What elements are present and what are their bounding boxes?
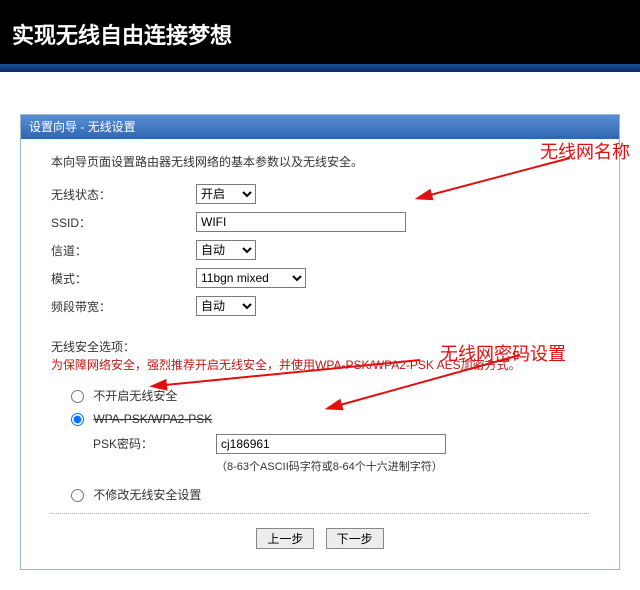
- radio-nochange[interactable]: [71, 489, 84, 502]
- select-channel[interactable]: 自动: [196, 240, 256, 260]
- wizard-panel: 设置向导 - 无线设置 本向导页面设置路由器无线网络的基本参数以及无线安全。 无…: [20, 114, 620, 570]
- select-mode[interactable]: 11bgn mixed: [196, 268, 306, 288]
- button-bar: 上一步 下一步: [51, 513, 589, 555]
- radio-row-none[interactable]: 不开启无线安全: [71, 387, 589, 404]
- radio-wpa[interactable]: [71, 413, 84, 426]
- banner-divider: [0, 64, 640, 74]
- radio-no-security[interactable]: [71, 390, 84, 403]
- radio-nochange-label: 不修改无线安全设置: [93, 488, 201, 502]
- label-mode: 模式：: [51, 270, 196, 287]
- radio-row-wpa[interactable]: WPA-PSK/WPA2-PSK: [71, 412, 589, 426]
- input-psk[interactable]: [216, 434, 446, 454]
- radio-row-nochange[interactable]: 不修改无线安全设置: [71, 486, 589, 503]
- input-ssid[interactable]: [196, 212, 406, 232]
- panel-title: 设置向导 - 无线设置: [21, 115, 619, 139]
- radio-wpa-label: WPA-PSK/WPA2-PSK: [93, 412, 212, 426]
- label-bandwidth: 频段带宽：: [51, 298, 196, 315]
- next-button[interactable]: 下一步: [326, 528, 384, 549]
- label-channel: 信道：: [51, 242, 196, 259]
- label-psk: PSK密码：: [93, 435, 216, 452]
- label-wireless-state: 无线状态：: [51, 186, 196, 203]
- security-warning: 为保障网络安全，强烈推荐开启无线安全，并使用WPA-PSK/WPA2-PSK A…: [51, 355, 589, 377]
- banner: 实现无线自由连接梦想: [0, 0, 640, 64]
- radio-no-security-label: 不开启无线安全: [93, 389, 177, 403]
- select-wireless-state[interactable]: 开启: [196, 184, 256, 204]
- intro-text: 本向导页面设置路由器无线网络的基本参数以及无线安全。: [51, 153, 589, 170]
- label-ssid: SSID：: [51, 214, 196, 231]
- banner-title: 实现无线自由连接梦想: [12, 23, 232, 48]
- label-security-option: 无线安全选项：: [51, 338, 589, 355]
- select-bandwidth[interactable]: 自动: [196, 296, 256, 316]
- prev-button[interactable]: 上一步: [256, 528, 314, 549]
- psk-hint: （8-63个ASCII码字符或8-64个十六进制字符）: [216, 458, 589, 474]
